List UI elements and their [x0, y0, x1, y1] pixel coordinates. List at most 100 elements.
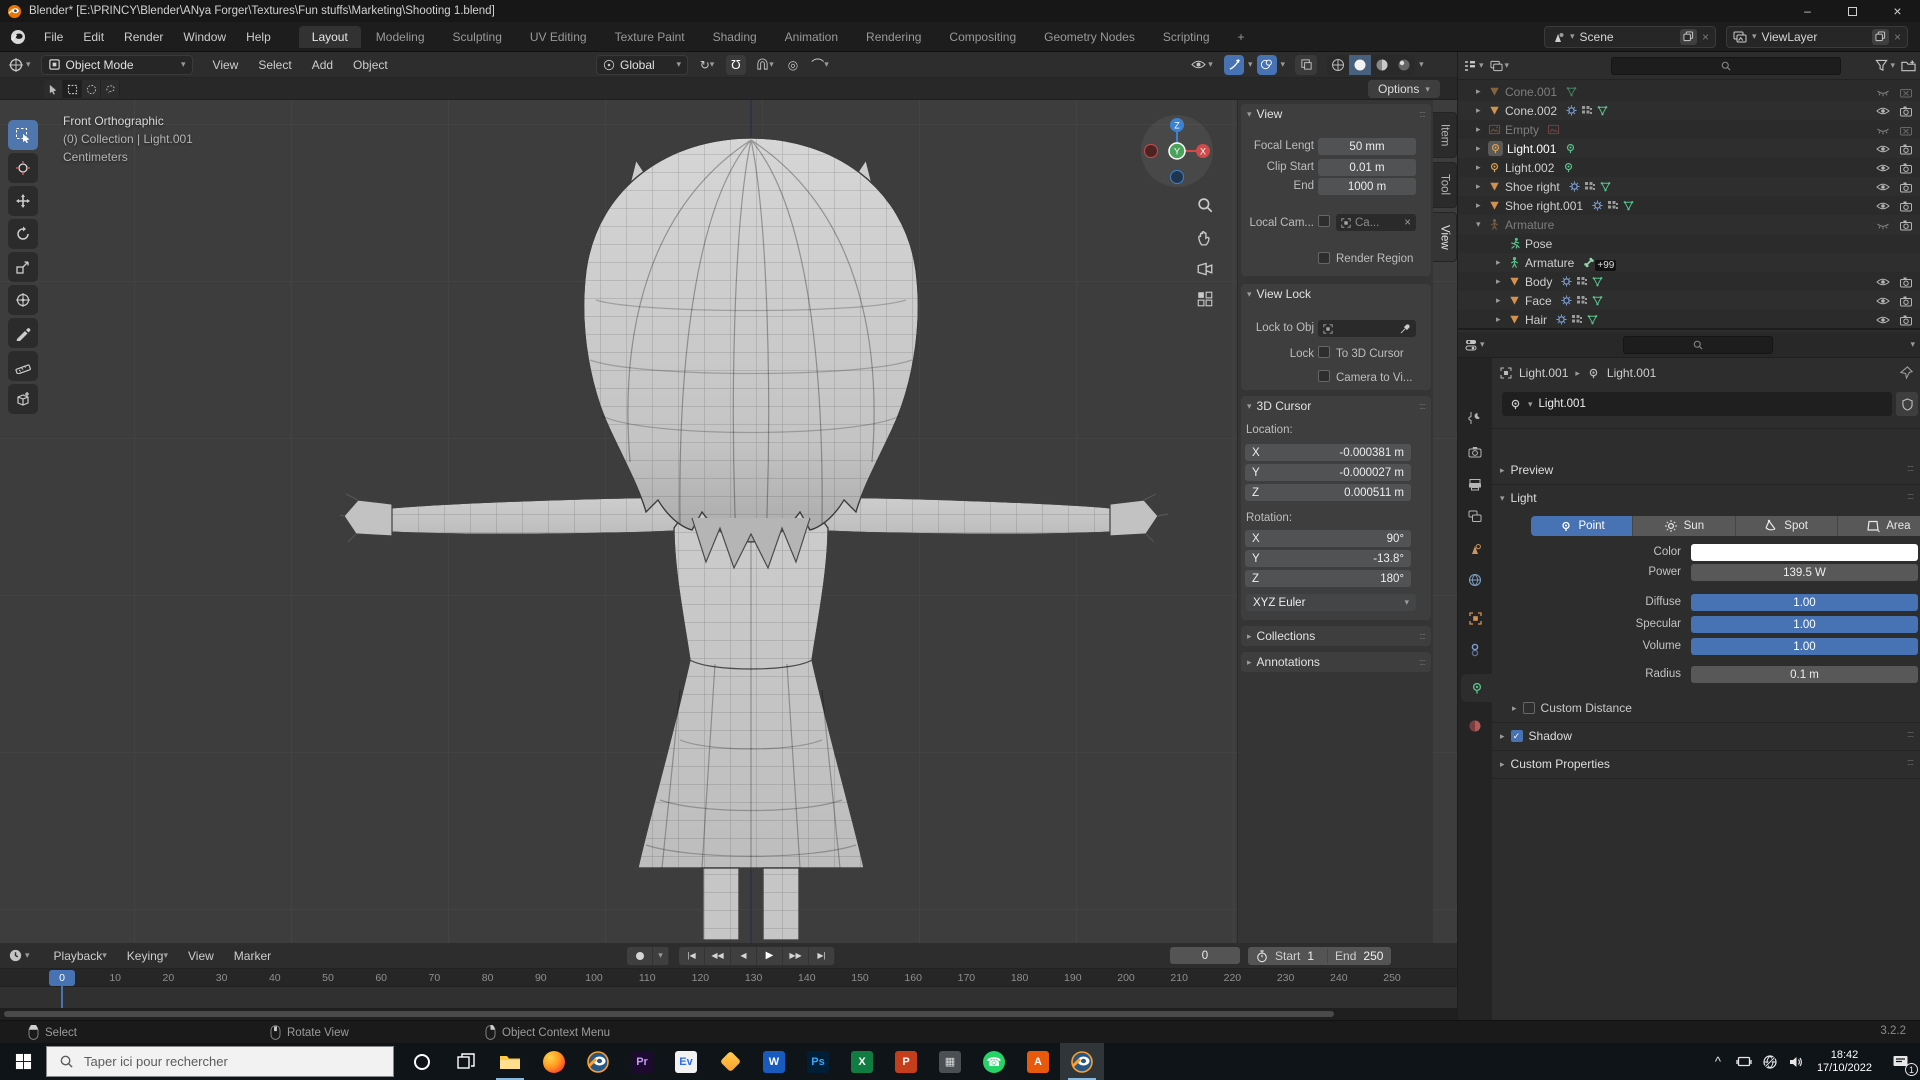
viewport-canvas[interactable]: Front Orthographic (0) Collection | Ligh…	[0, 100, 1457, 943]
add-workspace-button[interactable]: +	[1225, 26, 1258, 48]
new-collection-button[interactable]	[1901, 59, 1916, 73]
sidebar-tab-view[interactable]: View	[1433, 212, 1457, 262]
previous-keyframe-button[interactable]: ◀◀	[705, 947, 731, 965]
expand-icon[interactable]: ▸	[1476, 105, 1488, 116]
taskbar-app-firefox[interactable]	[532, 1043, 576, 1080]
properties-search-input[interactable]	[1623, 336, 1773, 354]
hide-in-viewport-icon[interactable]	[1876, 106, 1890, 116]
outliner-row-cone-002-1[interactable]: ▸Cone.002	[1458, 101, 1920, 120]
disable-in-renders-icon[interactable]	[1899, 276, 1913, 288]
disable-in-renders-icon[interactable]	[1899, 143, 1913, 155]
annotations-panel[interactable]: ▸Annotations::::	[1241, 652, 1431, 672]
proportional-falloff-dropdown[interactable]: ⌒▾	[806, 55, 834, 75]
select-tweak-mode[interactable]	[44, 80, 63, 98]
workspace-tab-rendering[interactable]: Rendering	[853, 26, 934, 48]
scene-selector[interactable]: ▾ Scene ×	[1544, 26, 1716, 48]
light-type-area[interactable]: Area	[1838, 516, 1920, 536]
outliner-row-body-10[interactable]: ▸Body	[1458, 272, 1920, 291]
datablock-name-field[interactable]: ▾ Light.001	[1502, 392, 1892, 416]
outliner-row-armature-9[interactable]: ▸Armature+99	[1458, 253, 1920, 272]
eyedropper-icon[interactable]	[1400, 323, 1411, 334]
orthographic-grid-icon[interactable]	[1196, 290, 1214, 308]
color-swatch[interactable]	[1691, 544, 1918, 561]
sidebar-tab-tool[interactable]: Tool	[1433, 162, 1457, 208]
menu-edit[interactable]: Edit	[73, 30, 114, 44]
view-lock-header[interactable]: ▾View Lock	[1241, 284, 1431, 304]
snap-dropdown[interactable]: ▾	[750, 55, 780, 75]
taskbar-app-photoshop[interactable]: Ps	[796, 1043, 840, 1080]
menu-render[interactable]: Render	[114, 30, 173, 44]
play-reverse-button[interactable]: ◀	[731, 947, 757, 965]
taskbar-app-gray-app[interactable]: ▦	[928, 1043, 972, 1080]
hidden-in-viewport-icon[interactable]	[1876, 125, 1890, 135]
radius-field[interactable]: 0.1 m	[1691, 666, 1918, 683]
taskbar-app-powerpoint[interactable]: P	[884, 1043, 928, 1080]
taskbar-app-excel[interactable]: X	[840, 1043, 884, 1080]
workspace-tab-uv-editing[interactable]: UV Editing	[517, 26, 600, 48]
xray-toggle[interactable]	[1295, 55, 1317, 75]
minimize-button[interactable]: –	[1785, 0, 1830, 22]
taskbar-app-blender[interactable]	[576, 1043, 620, 1080]
outliner-editor-type-button[interactable]: ▾	[1463, 59, 1484, 73]
editor-type-button[interactable]: ▾	[8, 57, 31, 73]
pivot-point-dropdown[interactable]: ↻▾	[692, 55, 722, 75]
tool-rotate-icon[interactable]	[8, 219, 38, 249]
hide-in-viewport-icon[interactable]	[1876, 163, 1890, 173]
cursor-rotation-z[interactable]: Z180°	[1245, 570, 1411, 587]
outliner-display-mode-button[interactable]: ▾	[1490, 60, 1510, 72]
pin-icon[interactable]	[1900, 366, 1913, 379]
lock-to-object-field[interactable]	[1318, 320, 1416, 337]
cursor-panel-header[interactable]: ▾3D Cursor::::	[1241, 396, 1431, 416]
volume-slider[interactable]: 1.00	[1691, 638, 1918, 655]
outliner-row-cone-001-0[interactable]: ▸Cone.001	[1458, 82, 1920, 101]
breadcrumb-data[interactable]: Light.001	[1607, 366, 1656, 380]
preview-panel-header[interactable]: ▸Preview	[1500, 463, 1553, 477]
shading-material-button[interactable]	[1371, 55, 1393, 75]
shadow-panel-header[interactable]: ▸✓Shadow	[1500, 729, 1572, 743]
expand-icon[interactable]: ▸	[1496, 295, 1508, 306]
keying-dropdown[interactable]: ▾	[653, 947, 669, 965]
play-button[interactable]: ▶	[757, 947, 783, 965]
light-type-sun[interactable]: Sun	[1633, 516, 1735, 536]
timeline-ruler[interactable]: 0102030405060708090100110120130140150160…	[0, 969, 1457, 987]
next-keyframe-button[interactable]: ▶▶	[783, 947, 809, 965]
taskbar-app-video-editor[interactable]: Ev	[664, 1043, 708, 1080]
object-visibility-dropdown[interactable]: ▾	[1184, 55, 1220, 75]
gizmos-dropdown[interactable]: ▾	[1248, 59, 1253, 70]
current-frame-field[interactable]: 0	[1170, 947, 1240, 964]
cursor-location-z[interactable]: Z0.000511 m	[1245, 484, 1411, 501]
outliner-filter-button[interactable]: ▾	[1875, 59, 1895, 72]
disable-in-renders-icon[interactable]	[1899, 200, 1913, 212]
viewlayer-selector[interactable]: ▾ ViewLayer ×	[1726, 26, 1908, 48]
end-value[interactable]: 250	[1363, 949, 1383, 963]
outliner-row-shoe-right-5[interactable]: ▸Shoe right	[1458, 177, 1920, 196]
expand-icon[interactable]: ▸	[1476, 162, 1488, 173]
menu-file[interactable]: File	[34, 30, 73, 44]
properties-tab-object[interactable]	[1458, 604, 1492, 632]
overlays-dropdown[interactable]: ▾	[1281, 59, 1286, 70]
expand-icon[interactable]: ▸	[1476, 124, 1488, 135]
unlink-scene-icon[interactable]: ×	[1702, 30, 1709, 44]
tool-select-box-icon[interactable]	[8, 120, 38, 150]
camera-to-view-checkbox[interactable]	[1318, 370, 1330, 382]
tray-network-icon[interactable]	[1757, 1043, 1783, 1080]
navigation-gizmo[interactable]: Z X Y	[1139, 113, 1215, 189]
disable-in-renders-icon[interactable]	[1899, 86, 1913, 98]
timeline-editor-type-button[interactable]: ▾	[8, 948, 30, 963]
tool-add-cube-icon[interactable]	[8, 384, 38, 414]
render-region-checkbox[interactable]	[1318, 252, 1330, 264]
taskbar-app-blender-active[interactable]	[1060, 1043, 1104, 1080]
workspace-tab-shading[interactable]: Shading	[700, 26, 770, 48]
outliner-row-armature-7[interactable]: ▾Armature	[1458, 215, 1920, 234]
shadow-checkbox[interactable]: ✓	[1511, 730, 1523, 742]
tray-device-icon[interactable]	[1731, 1043, 1757, 1080]
properties-tab-view-layer[interactable]	[1458, 502, 1492, 530]
properties-editor-type-button[interactable]: ▾	[1464, 338, 1485, 352]
new-scene-icon[interactable]	[1680, 29, 1697, 45]
shading-rendered-button[interactable]	[1393, 55, 1415, 75]
disable-in-renders-icon[interactable]	[1899, 181, 1913, 193]
specular-slider[interactable]: 1.00	[1691, 616, 1918, 633]
timeline-menu-marker[interactable]: Marker	[224, 949, 281, 963]
disable-in-renders-icon[interactable]	[1899, 219, 1913, 231]
jump-to-start-button[interactable]: |◀	[679, 947, 705, 965]
